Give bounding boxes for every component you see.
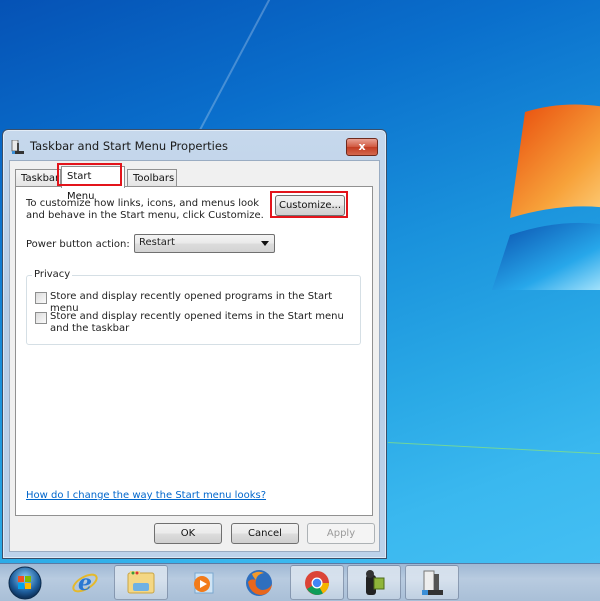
tab-start-menu[interactable]: Start Menu xyxy=(61,166,125,202)
power-button-action-label: Power button action: xyxy=(26,239,130,250)
taskbar-properties-icon xyxy=(422,570,443,595)
wallpaper-green-streak xyxy=(388,441,600,456)
tab-taskbar[interactable]: Taskbar xyxy=(15,169,61,187)
close-icon: x xyxy=(358,140,366,153)
recent-items-label: Store and display recently opened items … xyxy=(50,311,344,334)
privacy-group-label: Privacy xyxy=(32,269,73,280)
apply-button[interactable]: Apply xyxy=(307,523,375,544)
cancel-button[interactable]: Cancel xyxy=(231,523,299,544)
taskbar-start-menu-properties-dialog: Taskbar and Start Menu Properties x Task… xyxy=(2,129,387,559)
dialog-client-area: Taskbar Start Menu Toolbars To customize… xyxy=(9,160,380,552)
close-button[interactable]: x xyxy=(346,138,378,156)
customize-button[interactable]: Customize... xyxy=(275,195,345,216)
taskbar-properties-icon xyxy=(11,140,24,154)
recent-programs-checkbox[interactable] xyxy=(35,292,47,304)
taskbar-windows-explorer[interactable] xyxy=(114,565,168,600)
chrome-icon xyxy=(305,570,330,595)
start-button[interactable] xyxy=(8,566,42,600)
taskbar-taskbar-properties[interactable] xyxy=(405,565,459,600)
media-player-icon xyxy=(194,572,214,593)
start-menu-tab-panel: To customize how links, icons, and menus… xyxy=(15,186,373,516)
taskbar-chrome[interactable] xyxy=(290,565,344,600)
taskbar: e xyxy=(0,563,600,601)
internet-explorer-icon: e xyxy=(72,570,98,596)
folder-icon xyxy=(127,570,155,593)
window-title: Taskbar and Start Menu Properties xyxy=(30,139,228,153)
firefox-icon xyxy=(246,569,272,596)
recent-items-checkbox[interactable] xyxy=(35,312,47,324)
svg-text:e: e xyxy=(78,570,92,596)
taskbar-internet-explorer[interactable]: e xyxy=(58,565,112,600)
windows-flag-logo xyxy=(492,104,600,290)
taskbar-firefox[interactable] xyxy=(232,565,286,600)
power-button-action-select[interactable]: Restart xyxy=(134,234,275,253)
ok-button[interactable]: OK xyxy=(154,523,222,544)
taskbar-camcorder-app[interactable] xyxy=(347,565,401,600)
camcorder-icon xyxy=(366,569,385,595)
tab-toolbars[interactable]: Toolbars xyxy=(127,169,177,187)
help-link[interactable]: How do I change the way the Start menu l… xyxy=(26,490,266,501)
power-button-action-value: Restart xyxy=(139,237,175,248)
taskbar-windows-media-player[interactable] xyxy=(176,565,230,600)
privacy-group: Privacy Store and display recently opene… xyxy=(26,269,361,345)
customize-description: To customize how links, icons, and menus… xyxy=(26,198,264,221)
title-bar[interactable]: Taskbar and Start Menu Properties x xyxy=(3,130,386,160)
chevron-down-icon xyxy=(261,241,269,246)
